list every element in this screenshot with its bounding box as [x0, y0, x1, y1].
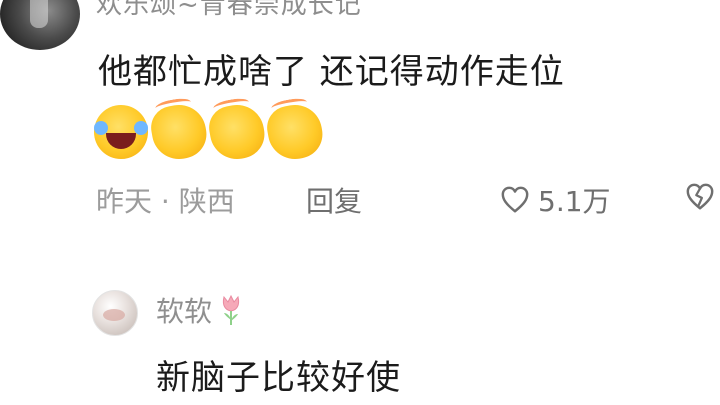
tulip-icon [222, 294, 240, 325]
comment-username[interactable]: 欢乐颂~青春崇成长记 [96, 0, 362, 21]
like-count: 5.1万 [538, 185, 611, 218]
reply-button[interactable]: 回复 [306, 180, 362, 220]
comment-meta: 昨天 · 陕西 回复 5.1万 [96, 180, 716, 224]
comment-time-location: 昨天 · 陕西 [96, 185, 235, 218]
reply-username-row[interactable]: 软软 [156, 290, 244, 330]
emoji-row [94, 100, 327, 164]
heart-icon [501, 186, 529, 213]
clapping-hands-emoji [205, 100, 269, 164]
avatar[interactable] [0, 0, 80, 50]
comment-text: 他都忙成啥了 还记得动作走位 [98, 52, 565, 92]
reply-username: 软软 [156, 295, 213, 328]
face-with-tears-of-joy-emoji [94, 105, 148, 159]
like-button[interactable]: 5.1万 [500, 180, 611, 220]
clapping-hands-emoji [263, 100, 327, 164]
clapping-hands-emoji [147, 100, 211, 164]
reply-text: 新脑子比较好使 [156, 358, 401, 398]
avatar[interactable] [92, 290, 138, 336]
broken-heart-icon[interactable] [684, 182, 716, 212]
